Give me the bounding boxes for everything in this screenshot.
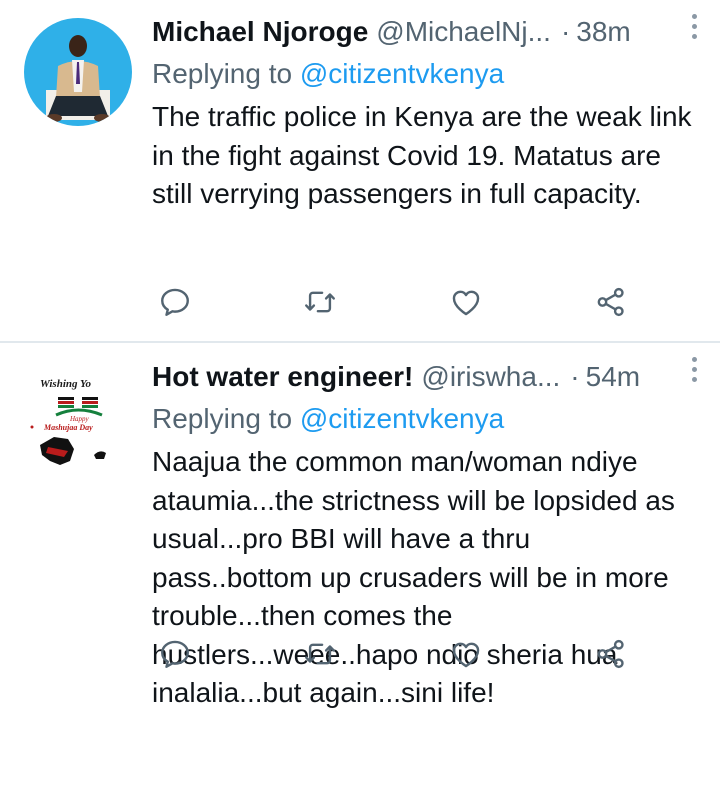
separator-dot: · [570,361,580,392]
avatar[interactable]: Wishing Yo Happy Mashujaa Day [24,365,132,473]
tweet-header: Michael Njoroge @MichaelNj... · 38m [152,12,702,52]
author-name[interactable]: Hot water engineer! [152,357,413,397]
tweet-actions [158,284,628,320]
tweet-text: The traffic police in Kenya are the weak… [152,101,692,209]
timestamp[interactable]: 54m [586,357,640,397]
replying-to-mention[interactable]: @citizentvkenya [300,403,504,434]
author-handle[interactable]: @MichaelNj... [376,12,551,52]
avatar-lettering: Mashujaa Day [43,423,93,432]
tweet-text: Naajua the common man/woman ndiye ataumi… [152,446,675,708]
flag-right [82,397,98,408]
tweet[interactable]: Wishing Yo Happy Mashujaa Day Hot water … [0,343,720,801]
replying-to-label: Replying to [152,403,300,434]
author-handle[interactable]: @iriswha... [421,357,560,397]
replying-to: Replying to @citizentvkenya [152,54,702,94]
retweet-icon[interactable] [303,285,337,319]
reply-icon[interactable] [158,285,192,319]
share-icon[interactable] [594,637,628,671]
reply-icon[interactable] [158,637,192,671]
replying-to: Replying to @citizentvkenya [152,399,702,439]
avatar-image: Wishing Yo Happy Mashujaa Day [24,365,132,473]
flag-left [58,397,74,408]
more-icon[interactable] [684,8,704,44]
separator-dot: · [560,16,571,47]
replying-to-mention[interactable]: @citizentvkenya [300,58,504,89]
share-icon[interactable] [594,285,628,319]
like-icon[interactable] [449,637,483,671]
avatar-lettering: Wishing Yo [40,378,92,390]
avatar[interactable] [24,18,132,126]
tweet-actions [158,636,628,672]
more-icon[interactable] [684,351,704,387]
avatar-lettering: Happy [69,415,90,423]
like-icon[interactable] [449,285,483,319]
retweet-icon[interactable] [303,637,337,671]
avatar-image [24,18,132,126]
tweet-header: Hot water engineer! @iriswha... · 54m [152,357,702,397]
timestamp[interactable]: 38m [576,12,630,52]
author-name[interactable]: Michael Njoroge [152,12,368,52]
replying-to-label: Replying to [152,58,300,89]
tweet[interactable]: Michael Njoroge @MichaelNj... · 38m Repl… [0,0,720,343]
